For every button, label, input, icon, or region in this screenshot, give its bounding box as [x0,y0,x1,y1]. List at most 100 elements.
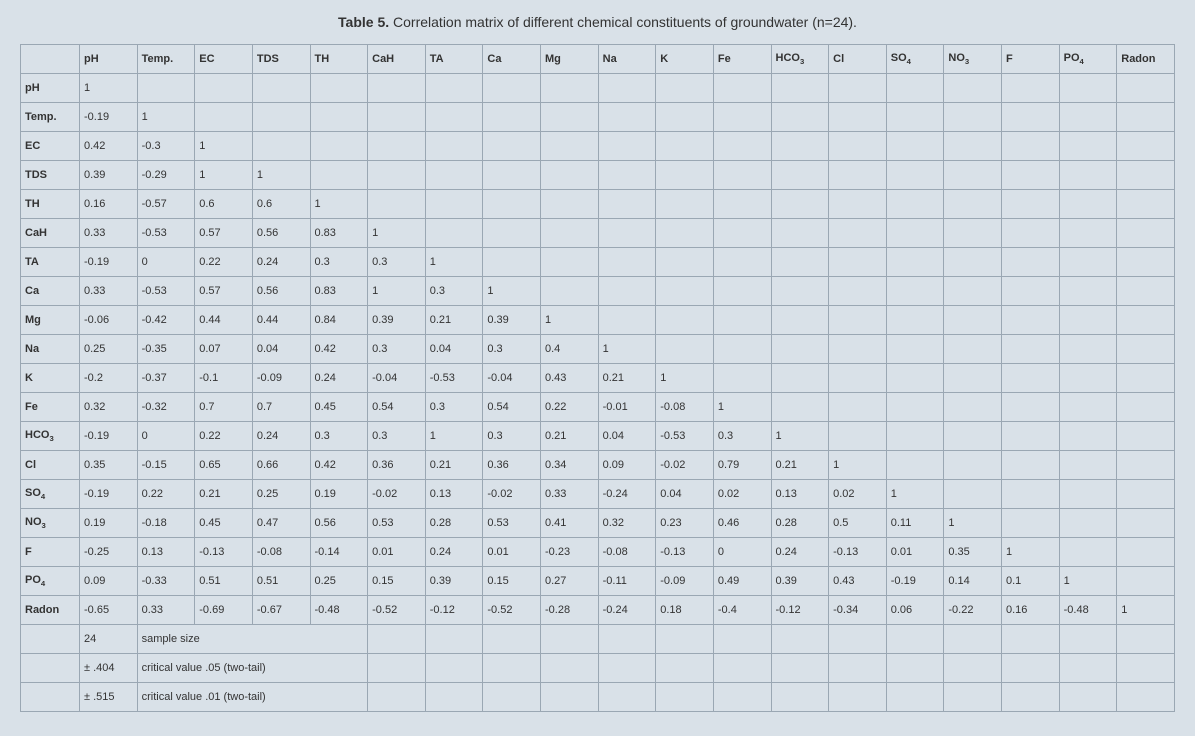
cell: 0.06 [886,596,944,625]
cell [1059,538,1117,567]
cell [541,219,599,248]
cell: -0.19 [80,480,138,509]
cell [598,161,656,190]
cell: 0.1 [1002,567,1060,596]
cell [829,248,887,277]
cell [1117,509,1175,538]
cell: -0.35 [137,335,195,364]
footer-label: sample size [137,625,368,654]
footer-empty [425,625,483,654]
cell: -0.52 [483,596,541,625]
footer-stub [21,625,80,654]
cell [1117,335,1175,364]
cell [1002,364,1060,393]
cell [425,190,483,219]
footer-empty [598,625,656,654]
row-header: Mg [21,306,80,335]
cell [1059,190,1117,219]
cell [1117,248,1175,277]
cell [310,132,368,161]
cell: 1 [425,422,483,451]
cell: 0.22 [137,480,195,509]
footer-value: ± .404 [80,654,138,683]
cell [1117,132,1175,161]
cell: -0.1 [195,364,253,393]
row-header: TH [21,190,80,219]
cell [541,132,599,161]
footer-empty [541,683,599,712]
cell: 0.24 [425,538,483,567]
cell: 0.13 [771,480,829,509]
cell: 1 [1059,567,1117,596]
cell [1002,306,1060,335]
cell [771,74,829,103]
table-row: TH0.16-0.570.60.61 [21,190,1175,219]
cell [829,306,887,335]
col-header: EC [195,45,253,74]
cell [944,393,1002,422]
cell: 1 [368,277,426,306]
col-header: K [656,45,714,74]
table-row: Mg-0.06-0.420.440.440.840.390.210.391 [21,306,1175,335]
cell: -0.48 [1059,596,1117,625]
cell [541,74,599,103]
cell: -0.09 [656,567,714,596]
cell [713,335,771,364]
cell [252,74,310,103]
cell [1117,219,1175,248]
cell: -0.19 [80,103,138,132]
row-header: PO4 [21,567,80,596]
cell [944,451,1002,480]
row-header: pH [21,74,80,103]
table-row: Radon-0.650.33-0.69-0.67-0.48-0.52-0.12-… [21,596,1175,625]
cell: 0.57 [195,219,253,248]
cell: 0.22 [195,248,253,277]
cell: 0.4 [541,335,599,364]
table-row: SO4-0.190.220.210.250.19-0.020.13-0.020.… [21,480,1175,509]
cell: 0.3 [425,393,483,422]
cell [886,248,944,277]
cell [1117,277,1175,306]
cell: 0.24 [771,538,829,567]
cell [1059,161,1117,190]
cell [252,132,310,161]
cell [771,335,829,364]
cell: 0.04 [252,335,310,364]
footer-empty [829,683,887,712]
cell [598,132,656,161]
cell: 1 [771,422,829,451]
cell [713,103,771,132]
row-header: Ca [21,277,80,306]
footer-empty [656,625,714,654]
cell [368,103,426,132]
cell: 0.42 [80,132,138,161]
cell: 0 [713,538,771,567]
cell [310,74,368,103]
cell [944,335,1002,364]
cell [598,219,656,248]
footer-empty [1059,654,1117,683]
cell: 1 [656,364,714,393]
col-header: SO4 [886,45,944,74]
cell [656,219,714,248]
col-header: Radon [1117,45,1175,74]
cell [656,277,714,306]
cell [483,248,541,277]
cell: -0.02 [483,480,541,509]
cell: 0 [137,248,195,277]
cell: 0.21 [195,480,253,509]
footer-empty [944,683,1002,712]
footer-empty [771,625,829,654]
table-title: Table 5. Correlation matrix of different… [20,14,1175,30]
cell [886,306,944,335]
cell: -0.14 [310,538,368,567]
cell: -0.29 [137,161,195,190]
cell [886,74,944,103]
cell [713,74,771,103]
col-header: TDS [252,45,310,74]
cell: 0.57 [195,277,253,306]
cell: 0.34 [541,451,599,480]
cell [541,248,599,277]
cell: -0.12 [425,596,483,625]
cell [1002,509,1060,538]
